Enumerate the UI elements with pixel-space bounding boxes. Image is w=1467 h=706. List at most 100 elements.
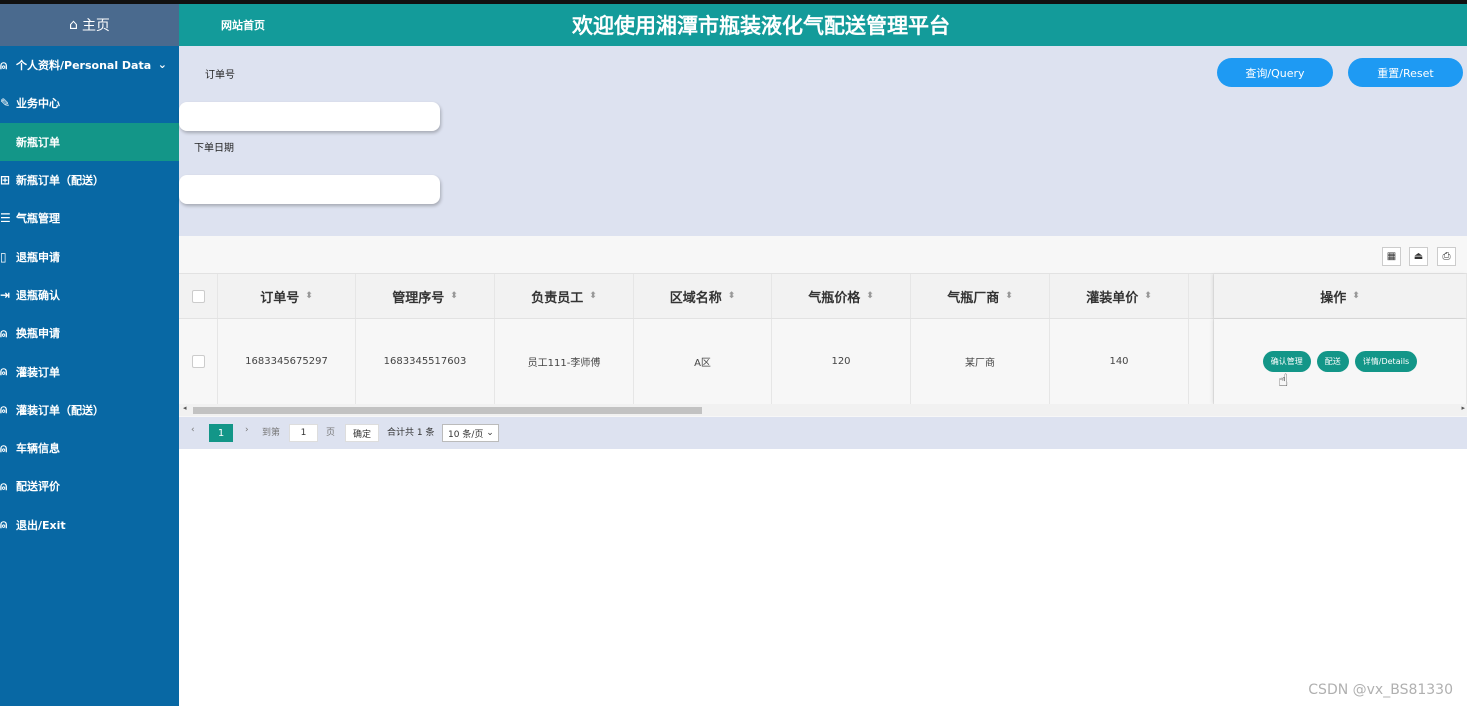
column-label: 区域名称 <box>669 290 722 306</box>
sidebar-item-exchange-application[interactable]: ⍝ 换瓶申请 <box>0 314 179 352</box>
export-icon: ⇥ <box>0 287 11 302</box>
sidebar-home[interactable]: ⌂ 主页 <box>0 4 179 46</box>
sidebar-item-personal-data[interactable]: ⍝ 个人资料/Personal Data ⌄ <box>0 46 179 84</box>
export-icon[interactable]: ⏏ <box>1409 247 1428 266</box>
column-header[interactable]: 气瓶厂商 ⬍ <box>911 274 1050 318</box>
grid-icon: ⊞ <box>0 173 11 188</box>
reset-button[interactable]: 重置/Reset <box>1348 58 1463 87</box>
sort-icon[interactable]: ⬍ <box>450 291 458 301</box>
scroll-right-icon[interactable]: ▸ <box>1461 404 1465 412</box>
user-icon: ⍝ <box>0 478 8 493</box>
sort-icon[interactable]: ⬍ <box>1352 291 1360 301</box>
sidebar-item-label: 个人资料/Personal Data <box>16 59 152 73</box>
scroll-left-icon[interactable]: ◂ <box>183 404 187 412</box>
goto-label: 到第 <box>262 428 281 438</box>
goto-page-input[interactable]: 1 <box>289 424 318 442</box>
goto-confirm-button[interactable]: 确定 <box>345 424 379 442</box>
column-header-overflow <box>1189 274 1214 318</box>
prev-page-icon[interactable]: ‹ <box>191 425 195 435</box>
column-label: 负责员工 <box>531 290 584 306</box>
column-header[interactable]: 操作 ⬍ <box>1214 274 1467 318</box>
table-cell: 某厂商 <box>911 319 1050 404</box>
sidebar-item-label: 退出/Exit <box>16 518 66 532</box>
sidebar-item-label: 配送评价 <box>16 480 60 494</box>
sidebar-item-delivery-review[interactable]: ⍝ 配送评价 <box>0 467 179 505</box>
print-icon[interactable]: ⎙ <box>1437 247 1456 266</box>
confirm-manage-button[interactable]: 确认管理 <box>1262 351 1311 372</box>
column-label: 操作 <box>1320 290 1347 306</box>
sidebar-item-new-bottle-order[interactable]: 新瓶订单 <box>0 122 179 161</box>
pagination: ‹ 1 › 到第 1 页 确定 合计共 1 条 10 条/页 ⌄ <box>179 417 1467 449</box>
sidebar-item-filling-order-delivery[interactable]: ⍝ 灌装订单（配送） <box>0 391 179 429</box>
sort-icon[interactable]: ⬍ <box>305 291 313 301</box>
row-actions: 确认管理 配送 详情/Details <box>1214 319 1467 404</box>
user-icon: ⍝ <box>0 325 8 340</box>
horizontal-scrollbar[interactable]: ◂ ▸ <box>179 404 1467 416</box>
table-cell: 1683345517603 <box>356 319 495 404</box>
chevron-down-icon: ⌄ <box>157 58 167 71</box>
table-header: 订单号 ⬍ 管理序号 ⬍ 负责员工 ⬍ 区域名称 ⬍ 气瓶价格 ⬍ 气瓶厂商 ⬍ 灌装单价 ⬍… <box>179 273 1467 319</box>
sort-icon[interactable]: ⬍ <box>589 291 597 301</box>
page-size-value: 10 条/页 <box>448 429 484 440</box>
sort-icon[interactable]: ⬍ <box>866 291 874 301</box>
table-cell: 120 <box>772 319 911 404</box>
order-no-label: 订单号 <box>205 70 235 81</box>
sidebar: ⌂ 主页 ⍝ 个人资料/Personal Data ⌄ ✎ 业务中心 新瓶订单 … <box>0 4 179 706</box>
sidebar-item-label: 灌装订单（配送） <box>16 403 104 417</box>
query-button[interactable]: 查询/Query <box>1217 58 1333 87</box>
page-number-current[interactable]: 1 <box>209 424 233 442</box>
delivery-button[interactable]: 配送 <box>1316 351 1349 372</box>
page-title: 欢迎使用湘潭市瓶装液化气配送管理平台 <box>572 14 950 38</box>
sort-icon[interactable]: ⬍ <box>728 291 736 301</box>
scrollbar-thumb[interactable] <box>193 407 702 414</box>
search-panel: 订单号 下单日期 查询/Query 重置/Reset <box>179 46 1467 236</box>
column-label: 订单号 <box>260 290 300 306</box>
column-header[interactable]: 负责员工 ⬍ <box>495 274 634 318</box>
table-cell: 140 <box>1050 319 1189 404</box>
table-cell: A区 <box>634 319 772 404</box>
edit-icon: ✎ <box>0 96 11 111</box>
order-no-input[interactable] <box>179 102 440 131</box>
column-header[interactable]: 气瓶价格 ⬍ <box>772 274 911 318</box>
sidebar-item-vehicle-info[interactable]: ⍝ 车辆信息 <box>0 429 179 467</box>
page-unit-label: 页 <box>326 428 336 438</box>
column-label: 气瓶价格 <box>808 290 861 306</box>
user-icon: ⍝ <box>0 402 8 417</box>
user-icon: ⍝ <box>0 57 8 72</box>
row-checkbox-cell <box>179 319 218 404</box>
sidebar-item-label: 退瓶确认 <box>16 288 60 302</box>
column-header[interactable]: 订单号 ⬍ <box>218 274 356 318</box>
sidebar-item-label: 车辆信息 <box>16 442 60 456</box>
column-header[interactable]: 区域名称 ⬍ <box>634 274 772 318</box>
header: 网站首页 欢迎使用湘潭市瓶装液化气配送管理平台 <box>179 4 1467 46</box>
sidebar-item-new-bottle-order-delivery[interactable]: ⊞ 新瓶订单（配送） <box>0 161 179 199</box>
hand-cursor-icon: ☝ <box>1278 371 1289 391</box>
sidebar-item-label: 业务中心 <box>16 97 60 111</box>
sidebar-item-filling-order[interactable]: ⍝ 灌装订单 <box>0 352 179 390</box>
next-page-icon[interactable]: › <box>245 425 249 435</box>
sidebar-item-label: 新瓶订单 <box>16 135 60 149</box>
sidebar-item-cylinder-management[interactable]: ☰ 气瓶管理 <box>0 199 179 237</box>
page-size-select[interactable]: 10 条/页 ⌄ <box>442 424 499 442</box>
user-icon: ⍝ <box>0 440 8 455</box>
columns-icon[interactable]: ▦ <box>1382 247 1401 266</box>
sort-icon[interactable]: ⬍ <box>1005 291 1013 301</box>
order-date-input[interactable] <box>179 175 440 204</box>
sidebar-item-exit[interactable]: ⍝ 退出/Exit <box>0 506 179 544</box>
total-count: 合计共 1 条 <box>387 428 435 438</box>
table-cell: 1683345675297 <box>218 319 356 404</box>
column-header[interactable]: 灌装单价 ⬍ <box>1050 274 1189 318</box>
sidebar-item-return-application[interactable]: ▯ 退瓶申请 <box>0 237 179 275</box>
sidebar-item-label: 新瓶订单（配送） <box>16 174 104 188</box>
sidebar-home-label: 主页 <box>81 18 110 34</box>
sort-icon[interactable]: ⬍ <box>1144 291 1152 301</box>
table-cell: 员工111-李师傅 <box>495 319 634 404</box>
column-header[interactable]: 管理序号 ⬍ <box>356 274 495 318</box>
sidebar-item-business-center[interactable]: ✎ 业务中心 <box>0 84 179 122</box>
details-button[interactable]: 详情/Details <box>1354 351 1418 372</box>
row-checkbox[interactable] <box>191 355 205 368</box>
user-icon: ⍝ <box>0 364 8 379</box>
table-cell-overflow <box>1189 319 1214 404</box>
sidebar-item-return-confirm[interactable]: ⇥ 退瓶确认 <box>0 276 179 314</box>
select-all-checkbox[interactable] <box>191 289 205 303</box>
